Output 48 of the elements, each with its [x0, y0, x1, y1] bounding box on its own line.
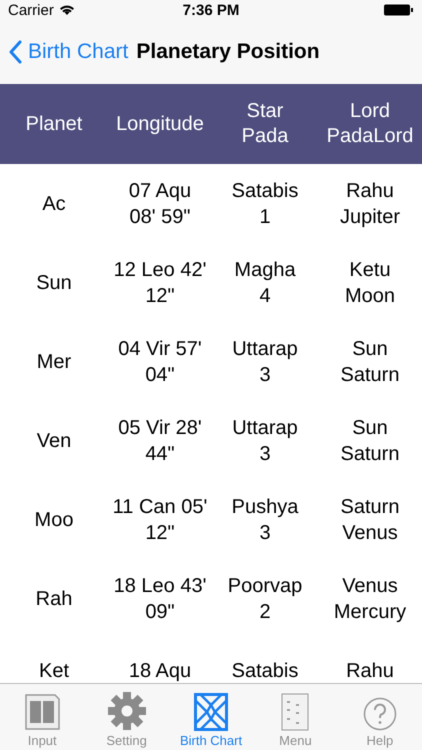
tab-item[interactable]: Help: [338, 684, 422, 750]
chevron-left-icon: [8, 40, 22, 64]
table-cell-text: 18 Leo 43' 09": [112, 574, 208, 624]
table-cell-text: 07 Aqu 08' 59": [128, 178, 192, 230]
status-time: 7:36 PM: [182, 2, 240, 18]
screen-title: Planetary Position: [136, 40, 320, 64]
table-cell-text: Uttarap 3: [231, 336, 299, 388]
carrier-label: Carrier: [8, 2, 54, 18]
battery-icon: [384, 4, 414, 16]
tab-item[interactable]: Birth Chart: [168, 684, 254, 750]
table-cell-text: Sun Saturn: [340, 336, 400, 388]
tab-item[interactable]: Setting: [84, 684, 169, 750]
table-cell-text: Satabis: [230, 659, 300, 683]
wifi-icon: [58, 4, 75, 16]
table-cell-text: Sun Saturn: [340, 416, 400, 466]
table-cell-text: Ketu Moon: [344, 258, 396, 308]
column-header: Planet: [24, 112, 84, 136]
back-button[interactable]: Birth Chart: [8, 40, 128, 64]
book-icon: [23, 693, 62, 731]
table-cell-text: Rahu: [345, 659, 395, 683]
grid-icon: [194, 693, 228, 731]
column-header: Star Pada: [240, 99, 290, 149]
table-cell-text: 04 Vir 57' 04": [117, 336, 203, 388]
table-cell-text: Ket: [38, 659, 70, 683]
column-header: Lord PadaLord: [326, 99, 414, 149]
table-cell-text: Sun: [35, 270, 73, 296]
table-cell-text: 12 Leo 42' 12": [112, 258, 208, 308]
table-cell-text: Moo: [34, 508, 74, 532]
table-cell-text: Pushya 3: [230, 494, 300, 546]
table-cell-text: 18 Aqu: [128, 659, 192, 683]
table-cell-text: 05 Vir 28' 44": [117, 416, 203, 466]
list-icon: [281, 693, 310, 731]
tab-item[interactable]: Input: [0, 684, 84, 750]
help-icon: [362, 697, 397, 731]
table-cell-text: Saturn Venus: [340, 494, 400, 546]
table-cell-text: Ac: [41, 192, 67, 216]
table-cell-text: Rah: [34, 586, 74, 612]
table-cell-text: Uttarap 3: [231, 416, 299, 466]
tab-item[interactable]: Menu: [253, 684, 338, 750]
table-cell-text: Mer: [36, 350, 72, 374]
column-header: Longitude: [115, 112, 205, 136]
table-cell-text: 11 Can 05' 12": [112, 494, 208, 546]
table-cell-text: Magha 4: [233, 258, 297, 308]
table-cell-text: Poorvap 2: [226, 574, 304, 624]
table-cell-text: Satabis 1: [230, 178, 300, 230]
table-cell-text: Ven: [36, 428, 72, 454]
table-cell-text: Venus Mercury: [332, 574, 408, 624]
table-cell-text: Rahu Jupiter: [338, 178, 402, 230]
